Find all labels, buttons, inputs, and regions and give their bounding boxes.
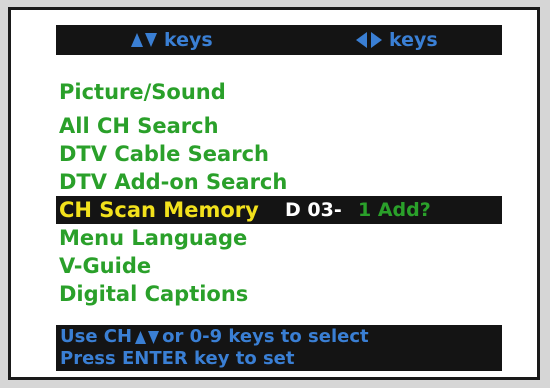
menu-item-dtv-add-on-search[interactable]: DTV Add-on Search: [59, 168, 287, 196]
help-bar: Use CH or 0-9 keys to select Press ENTER…: [56, 325, 502, 371]
key-hint-bar: keys keys: [56, 25, 502, 55]
menu-item-ch-scan-memory[interactable]: CH Scan Memory D 03- 1 Add?: [56, 196, 502, 224]
menu-item-dtv-cable-search[interactable]: DTV Cable Search: [59, 140, 269, 168]
add-option[interactable]: 1 Add?: [358, 196, 431, 224]
menu-item-all-ch-search[interactable]: All CH Search: [59, 112, 219, 140]
channel-value: D 03-: [285, 199, 342, 221]
updown-keys-label: keys: [164, 29, 213, 51]
menu-item-menu-language[interactable]: Menu Language: [59, 224, 247, 252]
up-down-arrows-icon: [135, 330, 160, 344]
menu-item-picture-sound[interactable]: Picture/Sound: [59, 78, 226, 106]
help-line-select-prefix: Use CH: [60, 326, 133, 347]
help-line-select: Use CH or 0-9 keys to select: [60, 326, 369, 348]
up-down-arrows-icon: [131, 33, 157, 47]
leftright-keys-hint: keys: [356, 25, 438, 55]
tv-menu-screen: keys keys Picture/Sound All CH Search DT…: [8, 7, 540, 380]
help-line-enter: Press ENTER key to set: [60, 348, 295, 369]
ch-scan-memory-label: CH Scan Memory: [59, 198, 259, 222]
help-line-select-suffix: or 0-9 keys to select: [162, 326, 369, 347]
menu-item-digital-captions[interactable]: Digital Captions: [59, 280, 248, 308]
left-right-arrows-icon: [356, 32, 382, 48]
updown-keys-hint: keys: [131, 25, 213, 55]
menu-item-v-guide[interactable]: V-Guide: [59, 252, 151, 280]
leftright-keys-label: keys: [389, 29, 438, 51]
